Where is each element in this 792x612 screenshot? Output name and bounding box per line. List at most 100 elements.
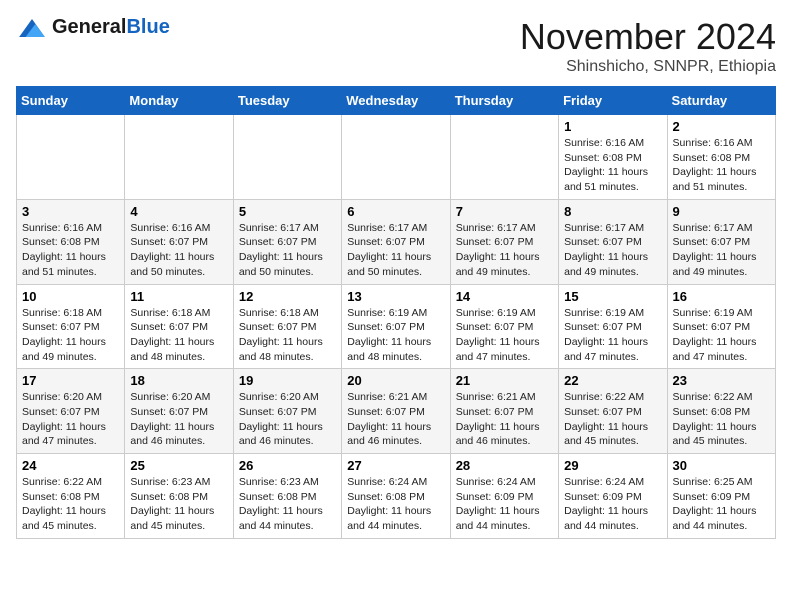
day-number: 6 <box>347 204 444 219</box>
weekday-header: Sunday <box>17 87 125 115</box>
month-title: November 2024 <box>520 16 776 58</box>
day-number: 24 <box>22 458 119 473</box>
day-info: Sunrise: 6:16 AM Sunset: 6:08 PM Dayligh… <box>22 221 119 280</box>
weekday-header: Monday <box>125 87 233 115</box>
day-info: Sunrise: 6:24 AM Sunset: 6:09 PM Dayligh… <box>456 475 553 534</box>
logo-general: General <box>52 16 126 38</box>
day-number: 1 <box>564 119 661 134</box>
calendar-cell: 2 Sunrise: 6:16 AM Sunset: 6:08 PM Daylig… <box>667 115 775 200</box>
calendar-cell: 21Sunrise: 6:21 AM Sunset: 6:07 PM Dayli… <box>450 369 558 454</box>
day-info: Sunrise: 6:20 AM Sunset: 6:07 PM Dayligh… <box>22 390 119 449</box>
day-number: 30 <box>673 458 770 473</box>
day-number: 17 <box>22 373 119 388</box>
calendar-table: SundayMondayTuesdayWednesdayThursdayFrid… <box>16 86 776 539</box>
logo-blue: Blue <box>126 16 169 38</box>
day-info: Sunrise: 6:22 AM Sunset: 6:08 PM Dayligh… <box>673 390 770 449</box>
day-info: Sunrise: 6:17 AM Sunset: 6:07 PM Dayligh… <box>239 221 336 280</box>
calendar-cell: 5 Sunrise: 6:17 AM Sunset: 6:07 PM Daylig… <box>233 199 341 284</box>
day-info: Sunrise: 6:18 AM Sunset: 6:07 PM Dayligh… <box>22 306 119 365</box>
day-number: 3 <box>22 204 119 219</box>
day-number: 28 <box>456 458 553 473</box>
day-number: 7 <box>456 204 553 219</box>
day-number: 14 <box>456 289 553 304</box>
calendar-cell: 24 Sunrise: 6:22 AM Sunset: 6:08 PM Dayli… <box>17 454 125 539</box>
day-number: 5 <box>239 204 336 219</box>
day-number: 22 <box>564 373 661 388</box>
day-number: 18 <box>130 373 227 388</box>
calendar-cell: 13 Sunrise: 6:19 AM Sunset: 6:07 PM Dayli… <box>342 284 450 369</box>
calendar-cell: 23 Sunrise: 6:22 AM Sunset: 6:08 PM Dayli… <box>667 369 775 454</box>
calendar-cell: 11 Sunrise: 6:18 AM Sunset: 6:07 PM Dayli… <box>125 284 233 369</box>
day-info: Sunrise: 6:17 AM Sunset: 6:07 PM Dayligh… <box>673 221 770 280</box>
day-info: Sunrise: 6:16 AM Sunset: 6:08 PM Dayligh… <box>673 136 770 195</box>
calendar-cell: 20Sunrise: 6:21 AM Sunset: 6:07 PM Dayli… <box>342 369 450 454</box>
day-number: 26 <box>239 458 336 473</box>
day-number: 15 <box>564 289 661 304</box>
weekday-header: Friday <box>559 87 667 115</box>
calendar-cell: 4 Sunrise: 6:16 AM Sunset: 6:07 PM Daylig… <box>125 199 233 284</box>
day-info: Sunrise: 6:19 AM Sunset: 6:07 PM Dayligh… <box>564 306 661 365</box>
day-info: Sunrise: 6:18 AM Sunset: 6:07 PM Dayligh… <box>130 306 227 365</box>
day-info: Sunrise: 6:18 AM Sunset: 6:07 PM Dayligh… <box>239 306 336 365</box>
title-block: November 2024 Shinshicho, SNNPR, Ethiopi… <box>520 16 776 76</box>
weekday-header: Tuesday <box>233 87 341 115</box>
calendar-cell: 9 Sunrise: 6:17 AM Sunset: 6:07 PM Daylig… <box>667 199 775 284</box>
day-info: Sunrise: 6:20 AM Sunset: 6:07 PM Dayligh… <box>239 390 336 449</box>
calendar-cell: 25 Sunrise: 6:23 AM Sunset: 6:08 PM Dayli… <box>125 454 233 539</box>
day-info: Sunrise: 6:19 AM Sunset: 6:07 PM Dayligh… <box>456 306 553 365</box>
day-number: 16 <box>673 289 770 304</box>
day-number: 13 <box>347 289 444 304</box>
calendar-cell: 10 Sunrise: 6:18 AM Sunset: 6:07 PM Dayli… <box>17 284 125 369</box>
day-number: 12 <box>239 289 336 304</box>
day-info: Sunrise: 6:17 AM Sunset: 6:07 PM Dayligh… <box>347 221 444 280</box>
day-info: Sunrise: 6:19 AM Sunset: 6:07 PM Dayligh… <box>673 306 770 365</box>
day-number: 23 <box>673 373 770 388</box>
calendar-cell: 27 Sunrise: 6:24 AM Sunset: 6:08 PM Dayli… <box>342 454 450 539</box>
calendar-cell <box>17 115 125 200</box>
day-number: 11 <box>130 289 227 304</box>
day-number: 4 <box>130 204 227 219</box>
day-info: Sunrise: 6:23 AM Sunset: 6:08 PM Dayligh… <box>239 475 336 534</box>
calendar-cell: 29 Sunrise: 6:24 AM Sunset: 6:09 PM Dayli… <box>559 454 667 539</box>
day-info: Sunrise: 6:19 AM Sunset: 6:07 PM Dayligh… <box>347 306 444 365</box>
calendar-cell: 16 Sunrise: 6:19 AM Sunset: 6:07 PM Dayli… <box>667 284 775 369</box>
calendar-cell <box>450 115 558 200</box>
day-info: Sunrise: 6:16 AM Sunset: 6:08 PM Dayligh… <box>564 136 661 195</box>
calendar-cell: 3 Sunrise: 6:16 AM Sunset: 6:08 PM Daylig… <box>17 199 125 284</box>
calendar-cell <box>125 115 233 200</box>
day-info: Sunrise: 6:16 AM Sunset: 6:07 PM Dayligh… <box>130 221 227 280</box>
day-info: Sunrise: 6:21 AM Sunset: 6:07 PM Dayligh… <box>347 390 444 449</box>
calendar-cell: 28 Sunrise: 6:24 AM Sunset: 6:09 PM Dayli… <box>450 454 558 539</box>
day-info: Sunrise: 6:17 AM Sunset: 6:07 PM Dayligh… <box>456 221 553 280</box>
calendar-cell <box>342 115 450 200</box>
day-info: Sunrise: 6:21 AM Sunset: 6:07 PM Dayligh… <box>456 390 553 449</box>
day-info: Sunrise: 6:24 AM Sunset: 6:08 PM Dayligh… <box>347 475 444 534</box>
calendar-cell: 6 Sunrise: 6:17 AM Sunset: 6:07 PM Daylig… <box>342 199 450 284</box>
day-number: 29 <box>564 458 661 473</box>
day-info: Sunrise: 6:23 AM Sunset: 6:08 PM Dayligh… <box>130 475 227 534</box>
day-number: 10 <box>22 289 119 304</box>
calendar-cell <box>233 115 341 200</box>
calendar-cell: 7 Sunrise: 6:17 AM Sunset: 6:07 PM Daylig… <box>450 199 558 284</box>
day-number: 25 <box>130 458 227 473</box>
day-info: Sunrise: 6:22 AM Sunset: 6:08 PM Dayligh… <box>22 475 119 534</box>
calendar-cell: 15 Sunrise: 6:19 AM Sunset: 6:07 PM Dayli… <box>559 284 667 369</box>
day-number: 8 <box>564 204 661 219</box>
page-header: GeneralBlue November 2024 Shinshicho, SN… <box>16 16 776 76</box>
day-info: Sunrise: 6:25 AM Sunset: 6:09 PM Dayligh… <box>673 475 770 534</box>
day-info: Sunrise: 6:17 AM Sunset: 6:07 PM Dayligh… <box>564 221 661 280</box>
calendar-cell: 26 Sunrise: 6:23 AM Sunset: 6:08 PM Dayli… <box>233 454 341 539</box>
calendar-cell: 14 Sunrise: 6:19 AM Sunset: 6:07 PM Dayli… <box>450 284 558 369</box>
calendar-cell: 19Sunrise: 6:20 AM Sunset: 6:07 PM Dayli… <box>233 369 341 454</box>
day-number: 9 <box>673 204 770 219</box>
calendar-cell: 1 Sunrise: 6:16 AM Sunset: 6:08 PM Daylig… <box>559 115 667 200</box>
logo: GeneralBlue <box>16 16 170 38</box>
calendar-cell: 18 Sunrise: 6:20 AM Sunset: 6:07 PM Dayli… <box>125 369 233 454</box>
calendar-header: SundayMondayTuesdayWednesdayThursdayFrid… <box>17 87 776 115</box>
day-number: 27 <box>347 458 444 473</box>
day-info: Sunrise: 6:22 AM Sunset: 6:07 PM Dayligh… <box>564 390 661 449</box>
day-info: Sunrise: 6:24 AM Sunset: 6:09 PM Dayligh… <box>564 475 661 534</box>
calendar-cell: 22 Sunrise: 6:22 AM Sunset: 6:07 PM Dayli… <box>559 369 667 454</box>
day-info: Sunrise: 6:20 AM Sunset: 6:07 PM Dayligh… <box>130 390 227 449</box>
day-number: 2 <box>673 119 770 134</box>
